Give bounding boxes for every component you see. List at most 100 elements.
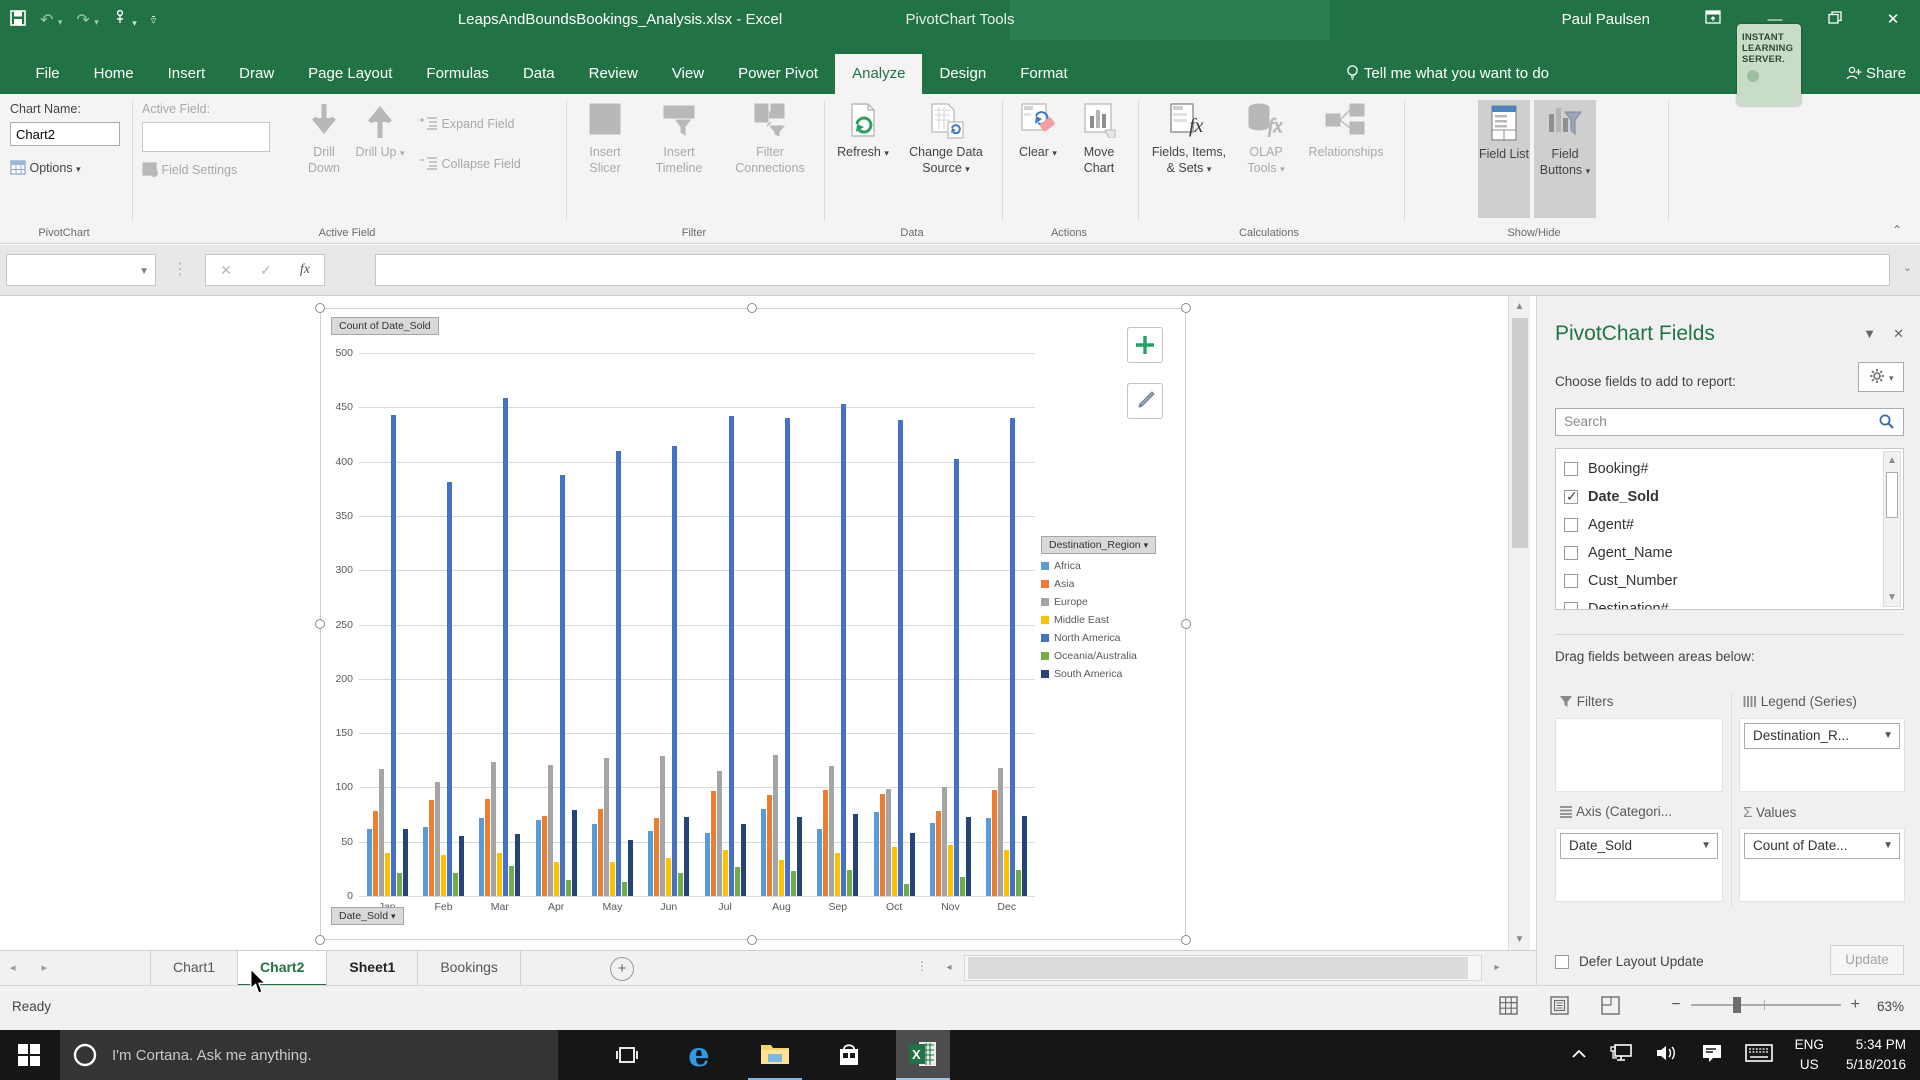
file-explorer-icon[interactable] [748,1030,802,1080]
bar-europe-sep[interactable] [829,765,835,896]
bar-europe-dec[interactable] [998,767,1004,896]
fields-pane-options-icon[interactable]: ▼ [1863,326,1876,341]
field-buttons-toggle[interactable]: Field Buttons ▾ [1534,100,1596,218]
bar-asia-mar[interactable] [485,799,491,896]
bar-north-america-oct[interactable] [897,420,903,896]
bar-middle-east-aug[interactable] [778,860,784,896]
field-item-date-sold[interactable]: Date_Sold [1564,483,1903,511]
field-item-destination-[interactable]: Destination# [1564,595,1903,609]
bar-oceania-australia-jul[interactable] [734,866,740,896]
bar-middle-east-may[interactable] [609,862,615,896]
change-data-source-button[interactable]: Change Data Source ▾ [898,100,994,176]
bar-north-america-may[interactable] [615,450,621,896]
ribbon-tab-view[interactable]: View [655,54,721,94]
resize-handle[interactable] [747,303,757,313]
bar-north-america-sep[interactable] [841,404,847,896]
redo-icon[interactable]: ↷ ▾ [76,10,98,30]
bar-middle-east-oct[interactable] [891,847,897,896]
chart-styles-button[interactable] [1127,383,1163,419]
sheet-tab-chart1[interactable]: Chart1 [150,951,239,986]
bar-asia-sep[interactable] [823,789,829,896]
bar-north-america-aug[interactable] [784,418,790,896]
bar-north-america-jan[interactable] [390,414,396,896]
bar-middle-east-apr[interactable] [553,862,559,896]
search-icon[interactable] [1878,413,1895,439]
bar-oceania-australia-aug[interactable] [790,871,796,896]
new-sheet-button[interactable]: + [610,957,634,981]
bar-oceania-australia-oct[interactable] [903,884,909,896]
bar-oceania-australia-mar[interactable] [509,865,515,896]
cancel-icon[interactable]: ✕ [220,262,232,279]
ribbon-tab-analyze[interactable]: Analyze [835,54,923,94]
fields-search-input[interactable]: Search [1555,408,1904,436]
area-pill-destination-r-[interactable]: Destination_R... ▼ [1744,723,1900,749]
pivotchart-options-button[interactable]: Options ▾ [10,160,81,175]
bar-north-america-jun[interactable] [672,446,678,896]
task-view-icon[interactable] [600,1030,654,1080]
formula-bar-expand-icon[interactable]: ⌄ [1903,261,1912,274]
ribbon-tab-format[interactable]: Format [1003,54,1085,94]
bar-asia-jan[interactable] [372,811,378,896]
pivot-chart-object[interactable]: Count of Date_Sold 0 50 100 150 200 250 300 350… [315,303,1191,945]
zoom-in-icon[interactable]: + [1851,996,1860,1014]
field-item-agent-name[interactable]: Agent_Name [1564,539,1903,567]
bar-africa-may[interactable] [591,824,597,896]
bar-asia-jul[interactable] [710,790,716,896]
bar-asia-apr[interactable] [541,815,547,896]
formula-input[interactable] [375,254,1890,286]
bar-oceania-australia-feb[interactable] [452,873,458,896]
bar-oceania-australia-apr[interactable] [565,879,571,896]
bar-north-america-feb[interactable] [446,482,452,896]
scroll-left-icon[interactable]: ◂ [940,962,958,973]
bar-north-america-mar[interactable] [503,397,509,896]
legend-field-button[interactable]: Destination_Region ▾ [1041,536,1157,554]
ribbon-display-options-icon[interactable] [1690,0,1736,40]
bar-south-america-jul[interactable] [740,824,746,896]
bar-europe-jul[interactable] [716,771,722,896]
customize-qat-icon[interactable]: ▿̄ [151,14,157,27]
bar-middle-east-dec[interactable] [1004,850,1010,896]
bar-europe-mar[interactable] [491,762,497,896]
fields-list-scrollbar[interactable]: ▲ ▼ [1883,451,1901,607]
ribbon-tab-review[interactable]: Review [572,54,655,94]
legend-drop-area[interactable]: Destination_R... ▼ [1739,718,1905,792]
ribbon-tab-formulas[interactable]: Formulas [409,54,506,94]
collapse-ribbon-icon[interactable]: ⌃ [1892,223,1902,237]
vertical-scroll-thumb[interactable] [1512,318,1528,548]
refresh-button[interactable]: Refresh ▾ [834,100,892,161]
touch-mode-icon[interactable]: ▾ [113,9,137,31]
bar-middle-east-feb[interactable] [440,854,446,896]
bar-africa-aug[interactable] [760,809,766,896]
bar-europe-aug[interactable] [772,754,778,896]
bar-africa-oct[interactable] [873,812,879,896]
start-button[interactable] [0,1030,58,1080]
bar-europe-oct[interactable] [885,788,891,896]
defer-layout-checkbox[interactable] [1555,954,1569,969]
field-item-agent-[interactable]: Agent# [1564,511,1903,539]
vertical-scrollbar[interactable]: ▲ ▼ [1508,296,1530,950]
ribbon-tab-power-pivot[interactable]: Power Pivot [721,54,835,94]
field-checkbox-agent-[interactable] [1564,518,1578,532]
area-pill-count-of-date-[interactable]: Count of Date... ▼ [1744,833,1900,859]
bar-south-america-oct[interactable] [909,833,915,896]
tray-language[interactable]: ENG US [1795,1035,1824,1076]
bar-middle-east-mar[interactable] [497,852,503,896]
bar-south-america-nov[interactable] [965,816,971,896]
ribbon-tab-page-layout[interactable]: Page Layout [291,54,409,94]
field-item-booking-[interactable]: Booking# [1564,455,1903,483]
bar-asia-jun[interactable] [654,817,660,896]
values-drop-area[interactable]: Count of Date... ▼ [1739,828,1905,902]
resize-handle[interactable] [1181,303,1191,313]
excel-taskbar-icon[interactable]: X [896,1030,950,1080]
worksheet-canvas[interactable]: Count of Date_Sold 0 50 100 150 200 250 300 350… [0,296,1536,950]
field-checkbox-booking-[interactable] [1564,462,1578,476]
bar-oceania-australia-jun[interactable] [678,873,684,896]
move-chart-button[interactable]: Move Chart [1070,100,1128,176]
zoom-level[interactable]: 63% [1877,999,1904,1014]
bar-north-america-nov[interactable] [953,459,959,896]
tray-chevron-icon[interactable] [1571,1046,1587,1064]
edge-icon[interactable]: e [672,1030,726,1080]
update-button[interactable]: Update [1830,945,1904,975]
bar-asia-aug[interactable] [766,795,772,896]
scroll-right-icon[interactable]: ▸ [1488,962,1506,973]
